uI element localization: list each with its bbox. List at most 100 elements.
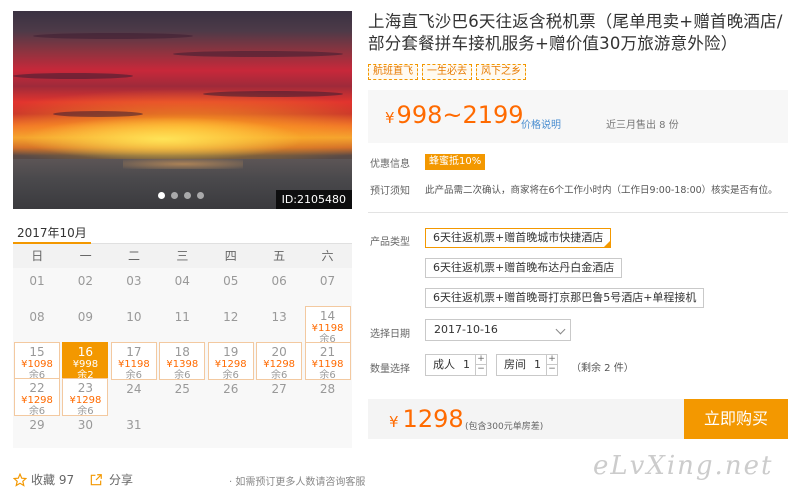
sun-reflection xyxy=(123,159,243,169)
total-price-value: 1298 xyxy=(402,405,464,433)
date-label: 选择日期 xyxy=(370,329,410,340)
product-option-hotel-transfer[interactable]: 6天往返机票+赠首晚哥打京那巴鲁5号酒店+单程接机 xyxy=(425,288,705,308)
day-number: 21 xyxy=(319,345,336,359)
chevron-down-icon xyxy=(555,324,566,335)
day-number: 28 xyxy=(319,382,336,396)
adult-stepper[interactable]: 成人 1 + − xyxy=(425,354,487,376)
option-label: 6天往返机票+赠首晚城市快捷酒店 xyxy=(433,231,604,244)
price-range-value: 998~2199 xyxy=(396,101,524,129)
calendar-day: 26 xyxy=(208,378,254,416)
calendar-day-available[interactable]: 22 ¥1298 余6 xyxy=(14,378,60,417)
discount-label: 优惠信息 xyxy=(370,159,410,170)
day-price: ¥1298 xyxy=(214,359,247,370)
price-explain-link[interactable]: 价格说明 xyxy=(521,116,561,131)
room-stepper-buttons[interactable]: + − xyxy=(546,355,557,375)
weekday-label: 一 xyxy=(79,249,92,263)
calendar-day-available[interactable]: 15 ¥1098 余6 xyxy=(14,342,60,381)
weekday-label: 三 xyxy=(176,249,189,263)
room-label: 房间 xyxy=(504,358,526,371)
day-price: ¥1298 xyxy=(69,395,102,406)
consult-link[interactable]: · 如需预订更多人数请咨询客服 xyxy=(229,473,365,488)
calendar-day: 06 xyxy=(256,270,302,308)
carousel-dot[interactable] xyxy=(158,192,165,199)
favorite-label: 收藏 97 xyxy=(31,473,75,487)
notice-label: 预订须知 xyxy=(370,186,410,197)
calendar-day-available[interactable]: 23 ¥1298 余6 xyxy=(62,378,109,417)
carousel-dots[interactable] xyxy=(158,192,204,199)
watermark: eLvXing.net xyxy=(593,451,774,481)
product-option-platinum-hotel[interactable]: 6天往返机票+赠首晚布达丹白金酒店 xyxy=(425,258,623,278)
decrement-button[interactable]: − xyxy=(547,365,557,375)
calendar-day: 10 xyxy=(111,306,157,344)
calendar-day: 04 xyxy=(159,270,205,308)
weekday-label: 日 xyxy=(31,249,44,263)
price-panel: ¥998~2199 价格说明 近三月售出 8 份 xyxy=(368,90,788,143)
day-number: 25 xyxy=(174,382,190,396)
share-label: 分享 xyxy=(109,473,134,487)
day-number: 04 xyxy=(174,274,190,288)
star-icon xyxy=(13,472,27,487)
share-icon xyxy=(90,473,102,485)
day-number: 12 xyxy=(223,310,239,324)
buy-now-button[interactable]: 立即购买 xyxy=(684,399,788,439)
favorite-button[interactable]: 收藏 97 xyxy=(13,471,74,488)
photo-id-label: ID:2105480 xyxy=(275,190,352,209)
day-price: ¥1198 xyxy=(117,359,150,370)
day-number: 14 xyxy=(319,309,336,323)
currency-symbol: ¥ xyxy=(389,413,399,431)
weekday-label: 二 xyxy=(127,249,140,263)
total-price-note: (包含300元单房差) xyxy=(465,422,544,432)
calendar-day: 12 xyxy=(208,306,254,344)
day-price: ¥1298 xyxy=(21,395,53,406)
day-number: 17 xyxy=(126,345,142,359)
decrement-button[interactable]: − xyxy=(476,365,486,375)
day-number: 02 xyxy=(77,274,94,288)
day-number: 20 xyxy=(271,345,287,359)
day-number: 15 xyxy=(29,345,45,359)
calendar-day: 24 xyxy=(111,378,157,416)
day-price: ¥1198 xyxy=(311,359,344,370)
buy-bar: ¥1298 (包含300元单房差) 立即购买 xyxy=(368,399,788,439)
calendar-day-available[interactable]: 14 ¥1198 余6 xyxy=(304,306,351,345)
day-number: 18 xyxy=(174,345,190,359)
carousel-dot[interactable] xyxy=(184,192,191,199)
calendar-month-tab[interactable]: 2017年10月 xyxy=(13,222,352,244)
calendar-day: 25 xyxy=(159,378,205,416)
product-tags: 航班直飞 一生必去 风下之乡 xyxy=(368,64,526,80)
day-number: 23 xyxy=(77,381,94,395)
calendar-day-available[interactable]: 20 ¥1298 余6 xyxy=(256,342,303,381)
option-label: 6天往返机票+赠首晚布达丹白金酒店 xyxy=(433,261,615,274)
calendar-day: 05 xyxy=(208,270,254,308)
carousel-dot[interactable] xyxy=(171,192,178,199)
day-number: 09 xyxy=(77,310,94,324)
discount-badge: 蜂蜜抵10% xyxy=(425,154,486,170)
product-photo[interactable]: ID:2105480 xyxy=(13,11,352,209)
day-number: 22 xyxy=(29,381,45,395)
day-number: 03 xyxy=(126,274,142,288)
product-option-city-hotel[interactable]: 6天往返机票+赠首晚城市快捷酒店 xyxy=(425,228,612,248)
adult-stepper-buttons[interactable]: + − xyxy=(475,355,486,375)
product-title: 上海直飞沙巴6天往返含税机票（尾单甩卖+赠首晚酒店/部分套餐拼车接机服务+赠价值… xyxy=(368,12,783,53)
day-number: 16 xyxy=(77,345,94,359)
day-number: 06 xyxy=(271,274,287,288)
day-number: 07 xyxy=(319,274,336,288)
share-button[interactable]: 分享 xyxy=(89,471,133,488)
room-stepper[interactable]: 房间 1 + − xyxy=(496,354,558,376)
calendar-day-available[interactable]: 17 ¥1198 余6 xyxy=(110,342,157,381)
calendar-day: 27 xyxy=(256,378,302,416)
currency-symbol: ¥ xyxy=(385,109,395,127)
carousel-dot[interactable] xyxy=(197,192,204,199)
date-select[interactable]: 2017-10-16 xyxy=(425,319,571,341)
weekday-label: 六 xyxy=(321,249,334,263)
calendar-day: 29 xyxy=(14,414,60,452)
calendar-day-available[interactable]: 18 ¥1398 余6 xyxy=(159,342,206,381)
calendar-day: 31 xyxy=(111,414,157,452)
calendar-day-available[interactable]: 19 ¥1298 余6 xyxy=(207,342,254,381)
calendar-day: 08 xyxy=(14,306,60,344)
day-number: 29 xyxy=(29,418,45,432)
calendar-day-available[interactable]: 16 ¥998 余2 xyxy=(62,342,109,381)
calendar-day: 03 xyxy=(111,270,157,308)
day-number: 13 xyxy=(271,310,287,324)
day-number: 31 xyxy=(126,418,142,432)
calendar-day-available[interactable]: 21 ¥1198 余6 xyxy=(304,342,351,381)
